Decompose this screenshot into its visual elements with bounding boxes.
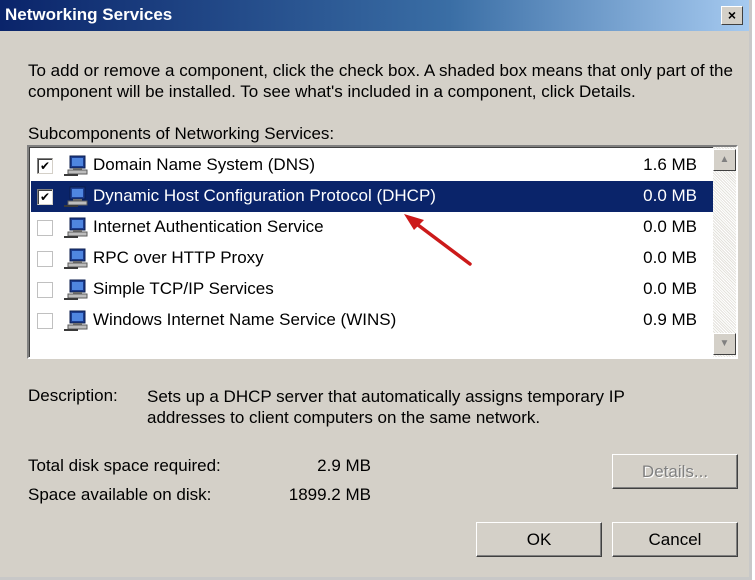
component-size: 0.0 MB	[643, 279, 697, 298]
window-title: Networking Services	[5, 5, 173, 24]
cancel-button[interactable]: Cancel	[612, 522, 738, 557]
component-checkbox[interactable]: ✔	[37, 189, 53, 205]
component-size: 0.0 MB	[643, 217, 697, 236]
title-bar[interactable]: Networking Services ×	[0, 0, 749, 31]
component-checkbox[interactable]: ✔	[37, 158, 53, 174]
details-button[interactable]: Details...	[612, 454, 738, 489]
component-size: 0.0 MB	[643, 248, 697, 267]
component-size: 0.9 MB	[643, 310, 697, 329]
list-item[interactable]: RPC over HTTP Proxy 0.0 MB	[31, 243, 713, 274]
list-rows: ✔ Domain Name System (DNS) 1.6 MB ✔ Dynamic …	[31, 150, 713, 336]
disk-required-label: Total disk space required:	[28, 456, 221, 475]
network-computer-icon	[64, 310, 88, 331]
disk-available-value: 1899.2 MB	[288, 485, 371, 504]
component-name: Windows Internet Name Service (WINS)	[93, 310, 397, 329]
instructions-text: To add or remove a component, click the …	[28, 61, 733, 101]
component-checkbox[interactable]	[37, 313, 53, 329]
network-computer-icon	[64, 186, 88, 207]
network-computer-icon	[64, 155, 88, 176]
list-item[interactable]: ✔ Domain Name System (DNS) 1.6 MB	[31, 150, 713, 181]
close-button[interactable]: ×	[721, 6, 743, 25]
description-label: Description:	[28, 386, 118, 405]
annotation-arrow-icon	[404, 214, 472, 266]
component-name: RPC over HTTP Proxy	[93, 248, 264, 267]
component-size: 0.0 MB	[643, 186, 697, 205]
component-name: Dynamic Host Configuration Protocol (DHC…	[93, 186, 436, 205]
list-item[interactable]: Simple TCP/IP Services 0.0 MB	[31, 274, 713, 305]
component-name: Internet Authentication Service	[93, 217, 324, 236]
network-computer-icon	[64, 248, 88, 269]
disk-required-value: 2.9 MB	[317, 456, 371, 475]
scroll-down-button[interactable]: ▼	[713, 333, 736, 355]
component-checkbox[interactable]	[37, 220, 53, 236]
disk-available-label: Space available on disk:	[28, 485, 212, 504]
network-computer-icon	[64, 217, 88, 238]
subcomponents-label: Subcomponents of Networking Services:	[28, 124, 335, 143]
network-computer-icon	[64, 279, 88, 300]
component-size: 1.6 MB	[643, 155, 697, 174]
component-name: Simple TCP/IP Services	[93, 279, 274, 298]
ok-button[interactable]: OK	[476, 522, 602, 557]
component-name: Domain Name System (DNS)	[93, 155, 315, 174]
list-item[interactable]: ✔ Dynamic Host Configuration Protocol (DH…	[31, 181, 713, 212]
list-item[interactable]: Internet Authentication Service 0.0 MB	[31, 212, 713, 243]
list-scrollbar[interactable]: ▲ ▼	[713, 147, 736, 357]
networking-services-dialog: Networking Services × To add or remove a…	[0, 0, 752, 580]
component-checkbox[interactable]	[37, 282, 53, 298]
description-text: Sets up a DHCP server that automatically…	[147, 387, 625, 427]
subcomponents-list[interactable]: ✔ Domain Name System (DNS) 1.6 MB ✔ Dynamic …	[27, 145, 738, 359]
component-checkbox[interactable]	[37, 251, 53, 267]
scroll-up-button[interactable]: ▲	[713, 149, 736, 171]
list-item[interactable]: Windows Internet Name Service (WINS) 0.9 …	[31, 305, 713, 336]
